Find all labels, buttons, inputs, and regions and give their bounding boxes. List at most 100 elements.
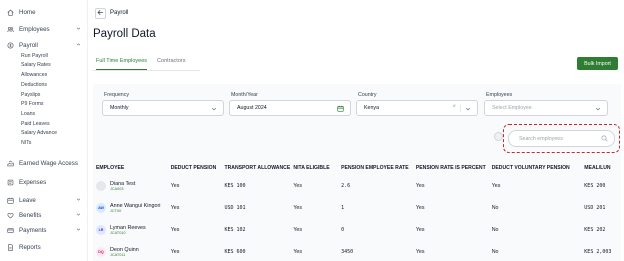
month-year-picker[interactable]: August 2024 — [229, 100, 351, 116]
sidebar-item-expenses[interactable]: Expenses — [6, 176, 83, 188]
tab-bar: Full Time Employees Contractors — [96, 58, 185, 70]
report-icon — [6, 243, 14, 251]
sidebar-item-label: Employees — [19, 25, 50, 33]
employee-cell[interactable]: Diana Test JCA003 — [96, 175, 171, 197]
employee-name: Lyman Reeves — [110, 224, 146, 231]
employee-cell[interactable]: LR Lyman Reeves JCAT010 — [96, 219, 171, 241]
table-row[interactable]: Diana Test JCA003 Yes KES 100 Yes 2.6 Yes Yes KE… — [96, 175, 624, 197]
employee-cell[interactable]: AW Anne Wangui Kingori JCT00 — [96, 197, 171, 219]
table-row[interactable]: DQ Deon Quinn JCAT011 Yes KES 600 Yes 3450 Yes N… — [96, 241, 624, 261]
table-cell: Yes — [415, 205, 425, 211]
column-header-deduct-voluntary-pension[interactable]: DEDUCT VOLUNTARY PENSION — [492, 161, 585, 175]
table-cell: KES 100 — [224, 183, 246, 189]
country-select[interactable]: Kenya × — [356, 100, 478, 116]
employee-id: JCA003 — [110, 186, 124, 191]
sidebar-subitem-deductions[interactable]: Deductions — [21, 81, 47, 89]
bulk-import-button[interactable]: Bulk Import — [577, 57, 618, 70]
table-cell: 3450 — [341, 249, 354, 255]
sidebar-item-home[interactable]: Home — [6, 6, 83, 18]
table-cell: 2.6 — [341, 183, 351, 189]
employees-select[interactable]: Select Employee — [484, 100, 608, 116]
sidebar-item-earned-wage-access[interactable]: Earned Wage Access — [6, 157, 83, 169]
employee-id: JCT00 — [110, 208, 122, 213]
sidebar-subitem-paid-leaves[interactable]: Paid Leaves — [21, 120, 50, 128]
sidebar-subitem-salary-advance[interactable]: Salary Advance — [21, 129, 57, 137]
sidebar-item-label: Reports — [19, 243, 41, 251]
employee-cell[interactable]: DQ Deon Quinn JCAT011 — [96, 241, 171, 261]
arrow-left-icon — [97, 9, 104, 18]
sidebar-item-benefits[interactable]: Benefits — [6, 209, 83, 221]
sidebar-item-label: Earned Wage Access — [19, 159, 78, 167]
frequency-select[interactable]: Monthly — [102, 100, 224, 116]
search-placeholder: Search employees — [519, 135, 563, 142]
table-cell: Yes — [415, 249, 425, 255]
chevron-up-icon — [76, 42, 81, 47]
employee-text: Deon Quinn JCAT011 — [110, 247, 139, 258]
calendar-icon[interactable] — [337, 105, 344, 112]
frequency-label: Frequency — [104, 92, 130, 98]
column-header-transport-allowance[interactable]: TRANSPORT ALLOWANCE — [224, 161, 293, 175]
sidebar-item-payments[interactable]: Payments — [6, 224, 83, 236]
wage-access-icon — [6, 159, 14, 167]
chevron-down-icon — [76, 212, 81, 217]
chevron-down-icon — [211, 106, 217, 112]
table-cell: Yes — [170, 227, 180, 233]
search-input[interactable]: Search employees — [508, 130, 615, 147]
column-header-deduct-pension[interactable]: DEDUCT PENSION — [171, 161, 225, 175]
page-title: Payroll Data — [93, 28, 156, 40]
tab-divider — [93, 70, 200, 71]
avatar: AW — [96, 203, 106, 213]
month-year-value: August 2024 — [237, 105, 267, 111]
employee-name: Deon Quinn — [110, 246, 139, 253]
chevron-down-icon — [76, 227, 81, 232]
employee-info: AW Anne Wangui Kingori JCT00 — [96, 203, 171, 214]
table-cell: Yes — [293, 205, 303, 211]
column-header-nita-eligible[interactable]: NITA ELIGIBLE — [293, 161, 341, 175]
payroll-icon — [6, 41, 14, 49]
table-cell: KES 102 — [224, 227, 246, 233]
column-header-meal-lunch[interactable]: MEAL/LUN — [584, 161, 624, 175]
table-cell: Yes — [293, 227, 303, 233]
sidebar-subitem-payslips[interactable]: Payslips — [21, 91, 40, 99]
sidebar-subitem-salary-rates[interactable]: Salary Rates — [21, 61, 51, 69]
employee-name: Anne Wangui Kingori — [110, 202, 161, 209]
month-year-label: Month/Year — [231, 92, 258, 98]
sidebar-subitem-nits[interactable]: NITs — [21, 139, 31, 147]
sidebar-subitem-p9-forms[interactable]: P9 Forms — [21, 100, 43, 108]
table-cell: No — [491, 227, 499, 233]
table-cell: No — [491, 249, 499, 255]
column-header-pension-rate-is-percent[interactable]: PENSION RATE IS PERCENT — [416, 161, 492, 175]
column-header-employee[interactable]: EMPLOYEE — [96, 161, 171, 175]
table-cell: 1 — [341, 205, 345, 211]
back-button[interactable] — [95, 8, 106, 19]
table-cell: KES 200 — [584, 183, 606, 189]
sidebar-item-reports[interactable]: Reports — [6, 241, 83, 253]
table-cell: 0 — [341, 227, 345, 233]
table-cell: KES 202 — [584, 227, 606, 233]
tab-full-time-employees[interactable]: Full Time Employees — [96, 58, 148, 70]
tab-contractors[interactable]: Contractors — [157, 58, 185, 70]
column-header-pension-employee-rate[interactable]: PENSION EMPLOYEE RATE — [341, 161, 416, 175]
table-row[interactable]: LR Lyman Reeves JCAT010 Yes KES 102 Yes 0 Yes No… — [96, 219, 624, 241]
country-value: Kenya — [364, 105, 380, 111]
table-cell: Yes — [491, 183, 501, 189]
sidebar-subitem-run-payroll[interactable]: Run Payroll — [21, 52, 48, 60]
chevron-down-icon — [76, 26, 81, 31]
sidebar-subitem-allowances[interactable]: Allowances — [21, 71, 47, 79]
sidebar-subitem-loans[interactable]: Loans — [21, 110, 35, 118]
employee-text: Lyman Reeves JCAT010 — [110, 225, 146, 236]
home-icon — [6, 8, 14, 16]
table-cell: KES 2,003 — [584, 249, 612, 255]
sidebar: Home Employees Payroll Run Payroll Salar… — [0, 0, 88, 261]
loading-spinner-icon — [494, 132, 503, 141]
sidebar-item-leave[interactable]: Leave — [6, 194, 83, 206]
clear-icon[interactable]: × — [452, 104, 456, 110]
sidebar-item-payroll[interactable]: Payroll — [6, 39, 83, 51]
breadcrumb[interactable]: Payroll — [110, 10, 128, 16]
table-cell: Yes — [415, 227, 425, 233]
sidebar-item-employees[interactable]: Employees — [6, 23, 83, 35]
card-icon — [6, 226, 14, 234]
table-row[interactable]: AW Anne Wangui Kingori JCT00 Yes USD 101 Yes 1… — [96, 197, 624, 219]
employee-name: Diana Test — [110, 180, 136, 187]
employee-info: LR Lyman Reeves JCAT010 — [96, 225, 171, 236]
